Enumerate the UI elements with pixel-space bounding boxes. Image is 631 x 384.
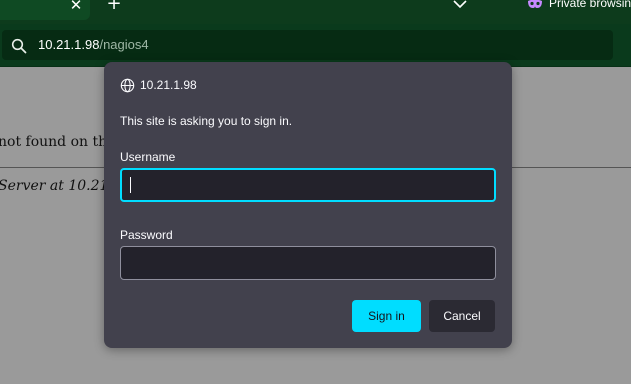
- globe-icon: [120, 78, 135, 93]
- private-mask-icon: [528, 0, 542, 8]
- chevron-down-icon[interactable]: [452, 0, 468, 12]
- cancel-button[interactable]: Cancel: [429, 300, 495, 332]
- private-browsing-label: Private browsin: [549, 0, 631, 10]
- tab-strip: ✕ + Private browsin: [0, 0, 631, 24]
- url-path: /nagios4: [99, 37, 149, 52]
- page-error-text: not found on this: [0, 134, 119, 150]
- url-text[interactable]: 10.21.1.98/nagios4: [38, 37, 149, 52]
- password-label: Password: [120, 228, 173, 242]
- sign-in-button[interactable]: Sign in: [352, 300, 421, 332]
- sign-in-dialog: 10.21.1.98 This site is asking you to si…: [104, 62, 512, 348]
- password-field[interactable]: [120, 246, 496, 280]
- plus-icon[interactable]: +: [106, 0, 122, 13]
- active-tab[interactable]: ✕: [0, 0, 90, 20]
- navigation-toolbar: 10.21.1.98/nagios4: [0, 24, 631, 67]
- url-host: 10.21.1.98: [38, 37, 100, 52]
- dialog-host: 10.21.1.98: [140, 78, 197, 92]
- close-icon[interactable]: ✕: [68, 0, 84, 13]
- address-bar[interactable]: 10.21.1.98/nagios4: [2, 30, 613, 60]
- dialog-message: This site is asking you to sign in.: [120, 114, 293, 128]
- search-icon: [11, 38, 27, 54]
- username-field[interactable]: [120, 168, 496, 202]
- username-label: Username: [120, 150, 176, 164]
